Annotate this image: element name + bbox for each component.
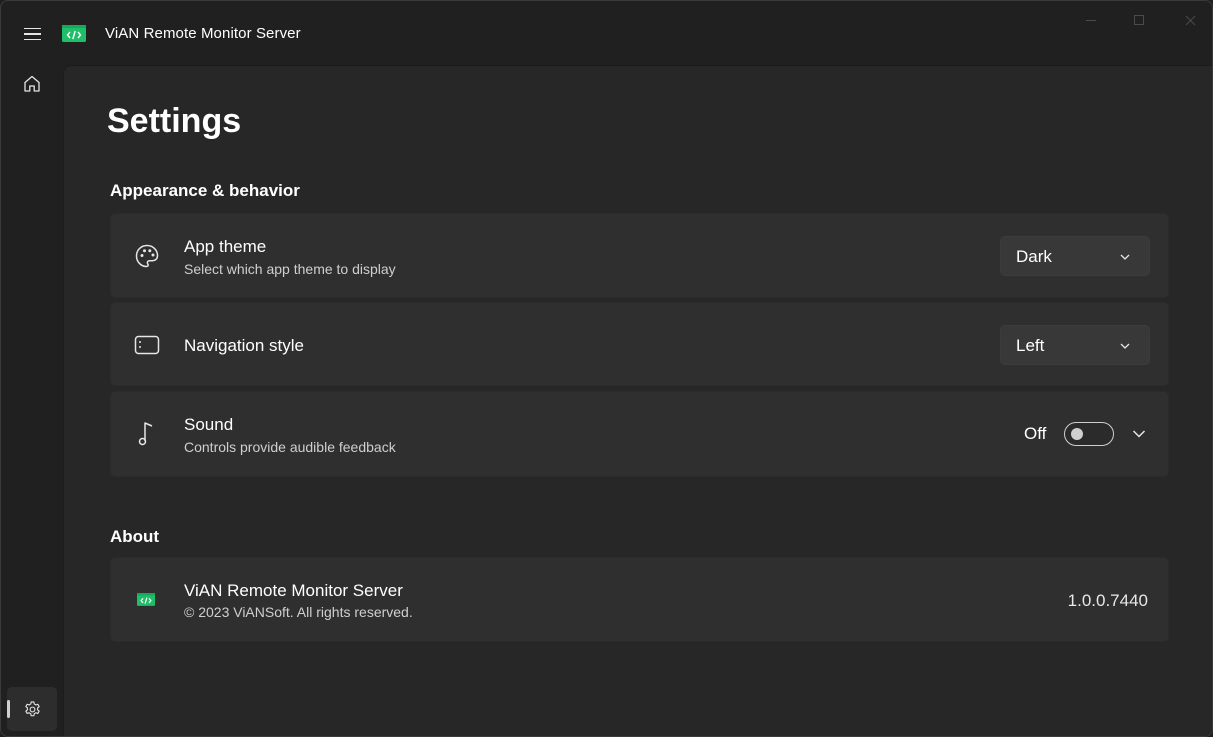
maximize-button[interactable] — [1124, 11, 1154, 29]
about-card: ViAN Remote Monitor Server © 2023 ViANSo… — [110, 557, 1169, 642]
selection-indicator — [7, 700, 10, 718]
nav-item-settings[interactable] — [7, 687, 57, 731]
window-icon — [133, 331, 161, 359]
sound-title: Sound — [184, 415, 234, 434]
close-icon — [1185, 15, 1195, 25]
app-theme-dropdown[interactable]: Dark — [1000, 236, 1150, 276]
sound-card[interactable]: Sound Controls provide audible feedback … — [110, 391, 1169, 477]
sound-toggle[interactable] — [1064, 422, 1114, 446]
hamburger-icon[interactable] — [13, 21, 51, 47]
code-logo-icon — [137, 593, 155, 606]
navigation-style-title: Navigation style — [184, 336, 305, 355]
nav-item-home[interactable] — [12, 67, 52, 101]
app-theme-selected-value: Dark — [1016, 247, 1052, 266]
navigation-style-card: Navigation style Left — [110, 302, 1169, 386]
close-button[interactable] — [1175, 11, 1205, 29]
code-logo-icon — [62, 25, 86, 42]
navigation-style-selected-value: Left — [1016, 336, 1045, 355]
sound-toggle-state: Off — [1024, 424, 1047, 443]
app-window: ViAN Remote Monitor Server Settings Appe… — [0, 0, 1213, 737]
navigation-style-dropdown[interactable]: Left — [1000, 325, 1150, 365]
app-theme-description: Select which app theme to display — [184, 261, 396, 277]
app-version: 1.0.0.7440 — [1067, 591, 1148, 610]
chevron-down-icon — [1120, 254, 1130, 260]
section-header-about: About — [110, 527, 160, 546]
palette-icon — [133, 242, 161, 270]
title-bar: ViAN Remote Monitor Server — [1, 1, 1212, 65]
about-app-name: ViAN Remote Monitor Server — [184, 581, 403, 600]
toggle-knob — [1071, 428, 1083, 440]
chevron-down-icon[interactable] — [1131, 426, 1147, 442]
section-header-appearance: Appearance & behavior — [110, 181, 300, 200]
gear-icon — [24, 700, 40, 716]
app-theme-card: App theme Select which app theme to disp… — [110, 213, 1169, 298]
chevron-down-icon — [1120, 343, 1130, 349]
settings-page: Settings Appearance & behavior App theme… — [63, 65, 1212, 736]
app-title: ViAN Remote Monitor Server — [105, 25, 301, 42]
app-theme-title: App theme — [184, 237, 267, 256]
music-note-icon — [133, 420, 161, 448]
minimize-button[interactable] — [1076, 11, 1106, 29]
home-icon — [24, 75, 40, 92]
page-title: Settings — [107, 102, 242, 140]
about-copyright: © 2023 ViANSoft. All rights reserved. — [184, 604, 413, 620]
sound-description: Controls provide audible feedback — [184, 439, 396, 455]
